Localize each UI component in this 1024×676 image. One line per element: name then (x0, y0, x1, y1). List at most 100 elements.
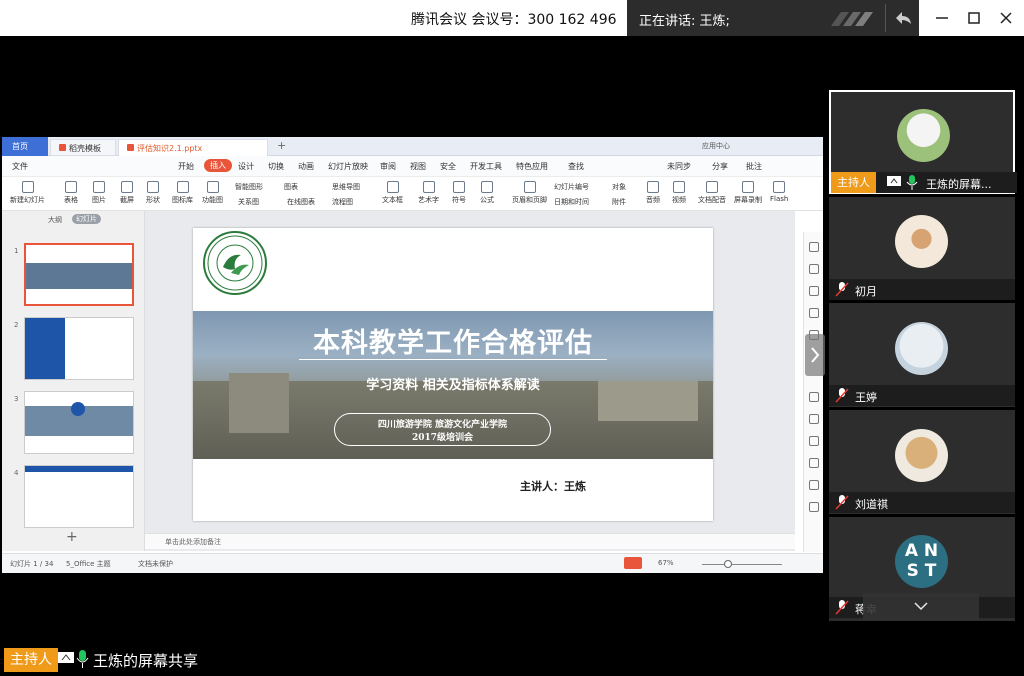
ribbon-label: 文档配音 (698, 196, 726, 204)
back-icon[interactable] (885, 4, 917, 32)
ribbon-audio[interactable]: 音频 (646, 181, 660, 205)
menu-view[interactable]: 视图 (410, 161, 426, 172)
ribbon-dubbing[interactable]: 文档配音 (698, 181, 726, 205)
slide-thumb-1[interactable] (24, 243, 134, 306)
menu-transition[interactable]: 切换 (268, 161, 284, 172)
audio-icon (647, 181, 659, 193)
screen-share-icon (887, 176, 901, 186)
play-icon[interactable] (624, 557, 642, 569)
menu-share[interactable]: 分享 (712, 161, 728, 172)
participant-name-bar: 主持人 王炼的屏幕... (831, 172, 1017, 193)
ribbon-chart[interactable]: 图表 (284, 182, 298, 192)
ribbon-label: 符号 (452, 196, 466, 204)
menu-start[interactable]: 开始 (178, 161, 194, 172)
tool-icon[interactable] (809, 436, 819, 446)
menu-design[interactable]: 设计 (238, 161, 254, 172)
ribbon-table[interactable]: 表格 (64, 181, 78, 205)
scroll-down-button[interactable] (863, 593, 979, 620)
ribbon-datetime[interactable]: 日期和时间 (554, 197, 589, 207)
slide-canvas: 本科教学工作合格评估 学习资料 相关及指标体系解读 四川旅游学院 旅游文化产业学… (145, 211, 795, 551)
ribbon-smart-shape[interactable]: 智能图形 (235, 182, 263, 192)
tool-icon[interactable] (809, 458, 819, 468)
tool-icon[interactable] (809, 502, 819, 512)
ribbon-icon-library[interactable]: 图标库 (172, 181, 193, 205)
ribbon-new-slide[interactable]: 新建幻灯片 (10, 181, 45, 205)
mic-muted-icon (835, 282, 849, 297)
menu-devtools[interactable]: 开发工具 (470, 161, 502, 172)
panel-tab-outline[interactable]: 大纲 (48, 215, 62, 225)
ribbon-slide-number[interactable]: 幻灯片编号 (554, 182, 589, 192)
zoom-slider-thumb[interactable] (724, 560, 732, 568)
participant-name: 王炼的屏幕... (926, 178, 992, 191)
tool-icon[interactable] (809, 264, 819, 274)
menu-animation[interactable]: 动画 (298, 161, 314, 172)
ribbon-function-chart[interactable]: 功能图 (202, 181, 223, 205)
ribbon-object[interactable]: 对象 (612, 182, 626, 192)
zoom-slider[interactable] (702, 564, 782, 565)
ribbon-online-chart[interactable]: 在线图表 (287, 197, 315, 207)
close-icon[interactable] (994, 6, 1018, 30)
minimize-icon[interactable] (930, 6, 954, 30)
ribbon-textbox[interactable]: 文本框 (382, 181, 403, 205)
tool-icon[interactable] (809, 414, 819, 424)
panel-tab-slides[interactable]: 幻灯片 (72, 214, 101, 224)
panel-toggle-chevron-right-icon[interactable] (805, 334, 825, 376)
tab-file[interactable]: 评估知识2.1.pptx (118, 139, 268, 156)
participant-name-bar: 初月 (829, 279, 1015, 300)
ribbon-label: 图标库 (172, 196, 193, 204)
current-slide[interactable]: 本科教学工作合格评估 学习资料 相关及指标体系解读 四川旅游学院 旅游文化产业学… (193, 228, 713, 521)
menu-special[interactable]: 特色应用 (516, 161, 548, 172)
maximize-icon[interactable] (962, 6, 986, 30)
add-slide-icon[interactable]: + (66, 529, 78, 545)
ribbon-label: 表格 (64, 196, 78, 204)
tool-icon[interactable] (809, 480, 819, 490)
protect-status[interactable]: 文档未保护 (138, 559, 173, 569)
ribbon-shape[interactable]: 形状 (146, 181, 160, 205)
ribbon-flash[interactable]: Flash (770, 181, 788, 203)
ribbon-mind-map[interactable]: 思维导图 (332, 182, 360, 192)
participant-tile[interactable]: 初月 (829, 197, 1015, 300)
menu-review[interactable]: 审阅 (380, 161, 396, 172)
ribbon-relation[interactable]: 关系图 (238, 197, 259, 207)
avatar (895, 215, 948, 268)
speaking-text: 正在讲话: 王炼; (639, 14, 730, 29)
ribbon-wordart[interactable]: 艺术字 (418, 181, 439, 205)
notes-bar[interactable]: 单击此处添加备注 (145, 533, 795, 549)
menu-file[interactable]: 文件 (12, 161, 28, 172)
slide-thumb-4[interactable] (24, 465, 134, 528)
mic-on-icon (76, 650, 89, 668)
tool-icon[interactable] (809, 392, 819, 402)
tool-icon[interactable] (809, 242, 819, 252)
ribbon-attachment[interactable]: 附件 (612, 197, 626, 207)
ribbon-formula[interactable]: 公式 (480, 181, 494, 205)
panel-tabs: 大纲 幻灯片 (2, 211, 145, 225)
tool-icon[interactable] (809, 308, 819, 318)
menu-search[interactable]: 查找 (568, 161, 584, 172)
app-center[interactable]: 应用中心 (702, 141, 730, 151)
screen-record-icon (742, 181, 754, 193)
menu-unsynced[interactable]: 未同步 (667, 161, 691, 172)
ribbon-video[interactable]: 视频 (672, 181, 686, 205)
tab-home[interactable]: 首页 (2, 137, 48, 156)
tool-icon[interactable] (809, 286, 819, 296)
participant-tile[interactable]: 王婷 (829, 303, 1015, 407)
ribbon-picture[interactable]: 图片 (92, 181, 106, 205)
menu-insert[interactable]: 插入 (204, 159, 232, 172)
menu-slideshow[interactable]: 幻灯片放映 (328, 161, 368, 172)
slide-thumb-2[interactable] (24, 317, 134, 380)
tab-templates[interactable]: 稻壳模板 (50, 139, 116, 156)
new-tab-icon[interactable]: + (277, 139, 286, 152)
ribbon-header-footer[interactable]: 页眉和页脚 (512, 181, 547, 205)
ribbon-flow-chart[interactable]: 流程图 (332, 197, 353, 207)
ribbon-screen-record[interactable]: 屏幕录制 (734, 181, 762, 205)
menu-comment[interactable]: 批注 (746, 161, 762, 172)
slide-session: 2017级培训会 (411, 433, 474, 443)
participant-tile[interactable]: 刘道祺 (829, 410, 1015, 514)
table-icon (65, 181, 77, 193)
ribbon-screenshot[interactable]: 截屏 (120, 181, 134, 205)
menu-security[interactable]: 安全 (440, 161, 456, 172)
participant-tile-host[interactable]: 主持人 王炼的屏幕... (829, 90, 1017, 194)
ribbon-symbol[interactable]: 符号 (452, 181, 466, 205)
thumb-number: 4 (14, 469, 19, 477)
slide-thumb-3[interactable] (24, 391, 134, 454)
